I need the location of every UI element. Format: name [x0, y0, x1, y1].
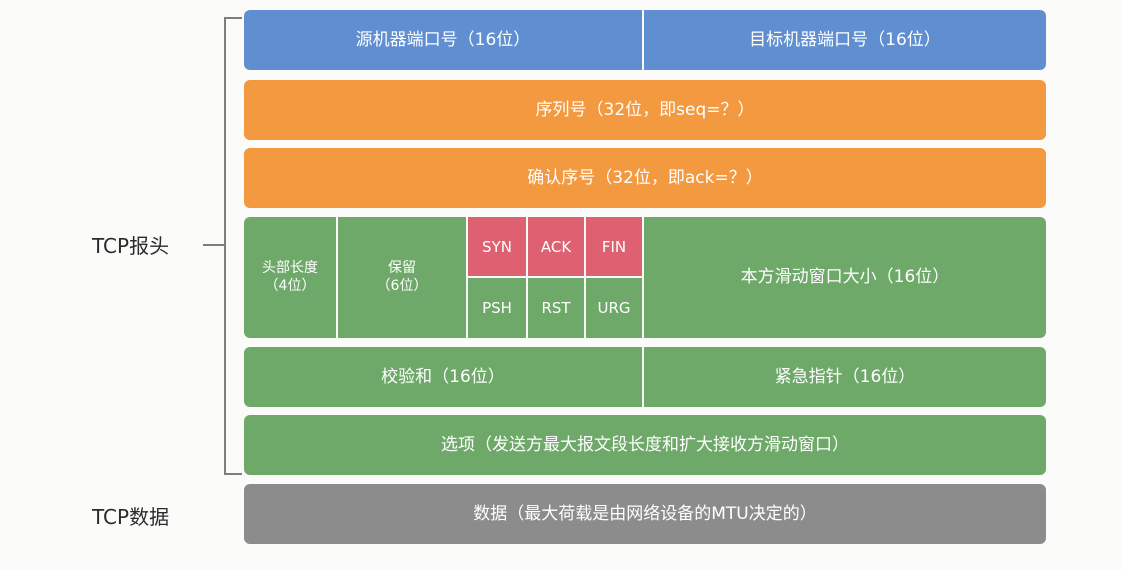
urg-flag-label: URG	[597, 299, 631, 317]
header-length-bits: （4位）	[264, 277, 316, 294]
acknowledgment-number-label: 确认序号（32位，即ack=？）	[527, 167, 763, 188]
fin-flag: FIN	[586, 217, 642, 276]
syn-flag: SYN	[468, 217, 526, 276]
tcp-data-label: TCP数据	[92, 505, 170, 529]
sequence-number-field: 序列号（32位，即seq=？）	[244, 80, 1046, 140]
source-port-label: 源机器端口号（16位）	[355, 29, 531, 50]
header-length-field: 头部长度 （4位）	[244, 217, 336, 338]
window-size-label: 本方滑动窗口大小（16位）	[740, 267, 950, 288]
fin-flag-label: FIN	[601, 237, 627, 256]
header-bracket-bottom	[224, 473, 242, 475]
options-label: 选项（发送方最大报文段长度和扩大接收方滑动窗口）	[441, 434, 849, 455]
rst-flag: RST	[528, 278, 584, 338]
payload-label: 数据（最大荷载是由网络设备的MTU决定的）	[473, 503, 817, 524]
header-bracket-vertical	[224, 17, 226, 475]
psh-flag: PSH	[468, 278, 526, 338]
source-port-field: 源机器端口号（16位）	[244, 10, 642, 70]
header-bracket-connector	[203, 244, 225, 246]
checksum-label: 校验和（16位）	[381, 366, 505, 387]
reserved-label: 保留	[388, 260, 416, 276]
ack-flag-label: ACK	[540, 237, 572, 256]
tcp-header-label: TCP报头	[92, 234, 170, 258]
options-field: 选项（发送方最大报文段长度和扩大接收方滑动窗口）	[244, 415, 1046, 475]
destination-port-label: 目标机器端口号（16位）	[749, 29, 941, 50]
reserved-field: 保留 （6位）	[338, 217, 466, 338]
tcp-segment-diagram: TCP报头 TCP数据 源机器端口号（16位） 目标机器端口号（16位） 序列号…	[0, 0, 1122, 570]
urgent-pointer-field: 紧急指针（16位）	[644, 347, 1046, 407]
urgent-pointer-label: 紧急指针（16位）	[774, 366, 916, 387]
header-bracket-top	[224, 17, 242, 19]
reserved-bits: （6位）	[376, 277, 428, 294]
psh-flag-label: PSH	[482, 299, 512, 317]
destination-port-field: 目标机器端口号（16位）	[644, 10, 1046, 70]
checksum-field: 校验和（16位）	[244, 347, 642, 407]
window-size-field: 本方滑动窗口大小（16位）	[644, 217, 1046, 338]
payload-field: 数据（最大荷载是由网络设备的MTU决定的）	[244, 484, 1046, 544]
acknowledgment-number-field: 确认序号（32位，即ack=？）	[244, 148, 1046, 208]
ack-flag: ACK	[528, 217, 584, 276]
syn-flag-label: SYN	[482, 237, 512, 256]
urg-flag: URG	[586, 278, 642, 338]
sequence-number-label: 序列号（32位，即seq=？）	[535, 99, 755, 120]
header-length-label: 头部长度	[262, 260, 318, 276]
rst-flag-label: RST	[541, 299, 571, 317]
